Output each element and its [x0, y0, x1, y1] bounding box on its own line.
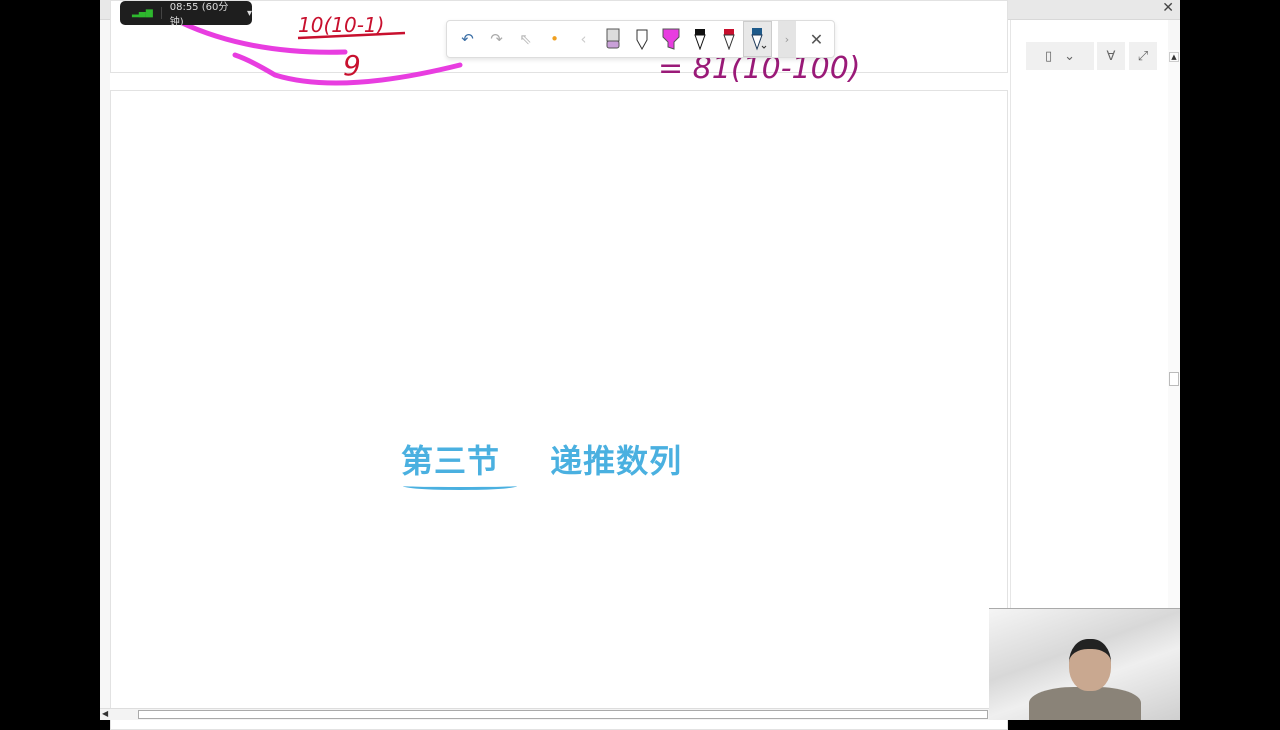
current-page: 第三节 递推数列 [110, 90, 1008, 730]
presenter-head [1069, 639, 1111, 691]
expand-icon[interactable]: ⤢ [1129, 42, 1157, 70]
pen-icon [722, 29, 735, 50]
scroll-up-button[interactable]: ▲ [1169, 52, 1179, 62]
black-pen-tool[interactable] [685, 21, 714, 57]
scroll-thumb[interactable] [138, 710, 988, 719]
timer-label: 08:55 (60分钟) [169, 2, 229, 28]
section-label: 第三节 [401, 442, 517, 490]
pen-icon [693, 29, 706, 50]
close-window-button[interactable]: ✕ [1162, 0, 1174, 16]
highlighter-icon [662, 28, 679, 50]
pen-outline-tool[interactable] [627, 21, 656, 57]
meeting-timer[interactable]: ▂▄▆ 08:55 (60分钟) ▾ [120, 1, 252, 28]
blue-pen-tool[interactable] [743, 21, 772, 57]
layout-icon: ▯ [1044, 48, 1053, 64]
chevron-down-icon: ⌄ [1064, 48, 1076, 64]
pen-settings-button[interactable]: ∀ [1097, 42, 1125, 70]
select-tool[interactable]: ⇖ [511, 21, 540, 57]
right-panel: ▯ ⌄ ∀ ⤢ [1010, 20, 1168, 710]
laser-pointer-tool[interactable]: • [540, 21, 569, 57]
prev-tools-button[interactable]: ‹ [569, 21, 598, 57]
signal-icon: ▂▄▆ [132, 8, 153, 18]
whiteboard-app: ··· ✕ ▂▄▆ 08:55 (60分钟) ▾ 第三节 递推数列 10(10-… [100, 0, 1180, 730]
pen-icon [636, 29, 647, 50]
slide-title: 第三节 递推数列 [401, 436, 683, 490]
scroll-thumb[interactable] [1169, 372, 1179, 386]
redo-button[interactable]: ↷ [482, 21, 511, 57]
section-title: 递推数列 [550, 442, 683, 480]
underline-decoration [403, 482, 517, 490]
scroll-left-button[interactable]: ◀ [102, 709, 108, 718]
highlighter-tool[interactable] [656, 21, 685, 57]
webcam-video[interactable] [989, 608, 1180, 720]
document-area: 第三节 递推数列 [110, 0, 1010, 730]
annotation-toolbar: ↶ ↷ ⇖ • ‹ › ✕ [446, 20, 835, 58]
layout-dropdown[interactable]: ▯ ⌄ [1026, 42, 1094, 70]
divider [160, 7, 162, 19]
undo-button[interactable]: ↶ [453, 21, 482, 57]
chevron-down-icon[interactable]: ▾ [247, 8, 252, 19]
eraser-icon [606, 28, 619, 49]
presenter-body [1029, 687, 1141, 720]
eraser-tool[interactable] [598, 21, 627, 57]
close-toolbar-button[interactable]: ✕ [802, 21, 831, 57]
pen-icon [750, 28, 766, 51]
red-pen-tool[interactable] [714, 21, 743, 57]
next-tools-button[interactable]: › [778, 21, 796, 57]
